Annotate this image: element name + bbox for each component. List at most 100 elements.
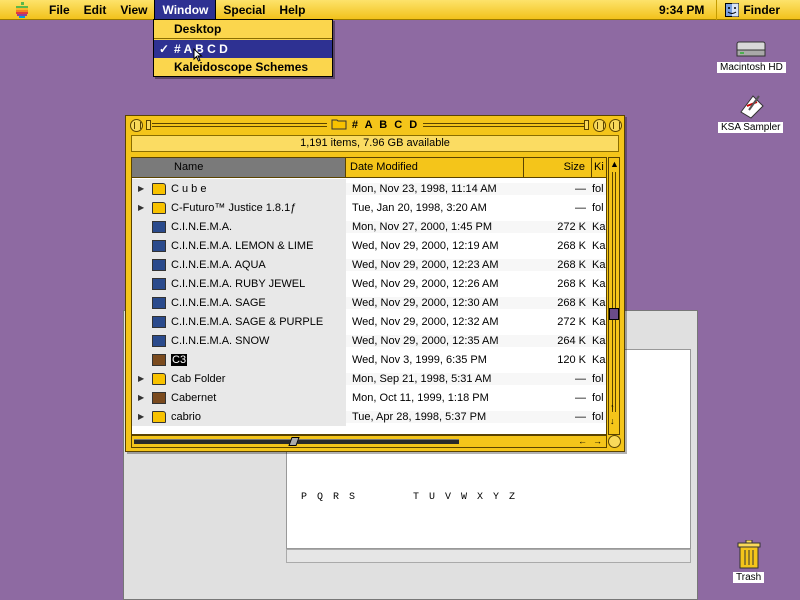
checkmark-icon: ✓ [159, 42, 170, 56]
column-header-date[interactable]: Date Modified [346, 158, 524, 178]
desktop-icon-trash[interactable]: Trash [733, 540, 765, 583]
menu-item-desktop[interactable]: Desktop [154, 20, 332, 38]
scroll-up-arrow-icon[interactable]: ↑ [610, 402, 615, 412]
application-menu[interactable]: Finder [716, 0, 800, 20]
file-list: Name Date Modified Size Ki ▶ C u b e Mon, … [131, 157, 607, 435]
zoom-box-icon[interactable] [593, 119, 606, 132]
cell-kind: Ka [592, 220, 606, 233]
theme-file-icon [152, 239, 166, 252]
file-name: C.I.N.E.M.A. [171, 220, 233, 233]
folder-icon [152, 182, 166, 195]
menu-file[interactable]: File [42, 0, 77, 20]
menu-separator [154, 38, 332, 39]
finder-icon [725, 3, 740, 17]
menu-view[interactable]: View [113, 0, 154, 20]
theme-file-icon [152, 258, 166, 271]
menu-help[interactable]: Help [272, 0, 312, 20]
column-header-name[interactable]: Name [132, 158, 346, 178]
cell-name: C3 [132, 350, 346, 369]
background-window-scrollbar[interactable] [286, 549, 691, 563]
scroll-thumb[interactable] [609, 308, 619, 320]
cell-kind: Ka [592, 296, 606, 309]
disclosure-triangle-icon[interactable]: ▶ [138, 412, 148, 421]
title-bar-grip [331, 120, 336, 130]
cell-date: Wed, Nov 29, 2000, 12:19 AM [352, 239, 499, 252]
column-header-kind[interactable]: Ki [592, 158, 606, 178]
cell-size: 268 K [524, 296, 592, 309]
apple-menu-icon[interactable] [12, 0, 32, 20]
menubar-clock[interactable]: 9:34 PM [659, 3, 716, 17]
table-row[interactable]: ▶ Cabernet Mon, Oct 11, 1999, 1:18 PM — fol [132, 388, 606, 407]
table-row[interactable]: C.I.N.E.M.A. SAGE Wed, Nov 29, 2000, 12:3… [132, 293, 606, 312]
menu-item-kaleidoscope-schemes[interactable]: Kaleidoscope Schemes [154, 58, 332, 76]
file-name: Cabernet [171, 391, 217, 404]
cell-date: Tue, Apr 28, 1998, 5:37 PM [346, 410, 524, 423]
table-row[interactable]: C3 Wed, Nov 3, 1999, 6:35 PM 120 K Ka [132, 350, 606, 369]
mouse-pointer-icon [193, 48, 203, 62]
menu-item-label: Kaleidoscope Schemes [174, 60, 309, 74]
theme-file-icon [152, 315, 166, 328]
menu-special[interactable]: Special [216, 0, 272, 20]
cell-size: 120 K [557, 353, 586, 366]
desktop-icon-label: Macintosh HD [717, 62, 786, 73]
menu-edit[interactable]: Edit [77, 0, 114, 20]
scroll-left-arrow-icon[interactable]: ← [578, 436, 587, 446]
disclosure-triangle-icon[interactable]: ▶ [138, 393, 148, 402]
scroll-track[interactable] [612, 172, 616, 412]
scroll-thumb[interactable] [288, 437, 300, 446]
cell-size: — [524, 410, 592, 423]
desktop-icon-macintosh-hd[interactable]: Macintosh HD [717, 40, 786, 73]
scroll-right-arrow-icon[interactable]: → [593, 436, 602, 446]
finder-window: # A B C D 1,191 items, 7.96 GB available… [125, 115, 625, 452]
sort-order-icon[interactable]: ▲ [610, 159, 619, 169]
file-icon [152, 353, 166, 366]
cell-kind: fol [592, 372, 606, 385]
table-row[interactable]: ▶ Cab Folder Mon, Sep 21, 1998, 5:31 AM — fo… [132, 369, 606, 388]
cell-size: — [575, 391, 586, 404]
file-name: C.I.N.E.M.A. AQUA [171, 258, 266, 271]
vertical-scrollbar[interactable]: ▲ ↑ ↓ [608, 157, 620, 435]
table-row[interactable]: C.I.N.E.M.A. Mon, Nov 27, 2000, 1:45 PM 27… [132, 217, 606, 236]
file-name: C-Futuro™ Justice 1.8.1ƒ [171, 201, 297, 214]
table-row[interactable]: C.I.N.E.M.A. LEMON & LIME Wed, Nov 29, 20… [132, 236, 606, 255]
table-row[interactable]: C.I.N.E.M.A. SAGE & PURPLE Wed, Nov 29, 2… [132, 312, 606, 331]
window-title-bar[interactable]: # A B C D [126, 116, 624, 134]
table-row[interactable]: ▶ cabrio Tue, Apr 28, 1998, 5:37 PM — fol [132, 407, 606, 426]
menu-window[interactable]: Window [154, 0, 217, 20]
cell-name: ▶ Cab Folder [132, 369, 346, 388]
cell-date: Wed, Nov 29, 2000, 12:23 AM [346, 258, 524, 271]
scroll-down-arrow-icon[interactable]: ↓ [610, 416, 615, 426]
folder-icon [152, 201, 166, 214]
table-row[interactable]: C.I.N.E.M.A. SNOW Wed, Nov 29, 2000, 12:3… [132, 331, 606, 350]
collapse-box-icon[interactable] [609, 119, 622, 132]
cell-name: C.I.N.E.M.A. AQUA [132, 255, 346, 274]
cell-date: Wed, Nov 29, 2000, 12:35 AM [346, 334, 524, 347]
cell-name: ▶ cabrio [132, 407, 346, 426]
table-row[interactable]: C.I.N.E.M.A. AQUA Wed, Nov 29, 2000, 12:2… [132, 255, 606, 274]
cell-kind: Ka [592, 258, 606, 271]
file-name: C.I.N.E.M.A. SAGE [171, 296, 266, 309]
disclosure-triangle-icon[interactable]: ▶ [138, 203, 148, 212]
title-bar-grip [584, 120, 589, 130]
resize-handle-icon[interactable] [608, 435, 621, 448]
table-row[interactable]: ▶ C-Futuro™ Justice 1.8.1ƒ Tue, Jan 20, 19… [132, 198, 606, 217]
disclosure-triangle-icon[interactable]: ▶ [138, 374, 148, 383]
character-set-left: P Q R S [301, 492, 358, 503]
table-row[interactable]: ▶ C u b e Mon, Nov 23, 1998, 11:14 AM — fol [132, 179, 606, 198]
application-name: Finder [743, 3, 780, 17]
table-row[interactable]: C.I.N.E.M.A. RUBY JEWEL Wed, Nov 29, 2000… [132, 274, 606, 293]
horizontal-scrollbar[interactable]: ← → [131, 435, 607, 448]
close-box-icon[interactable] [130, 119, 143, 132]
menu-bar: File Edit View Window Special Help 9:34 … [0, 0, 800, 20]
cell-date: Mon, Nov 27, 2000, 1:45 PM [346, 220, 524, 233]
cell-name: C.I.N.E.M.A. SNOW [132, 331, 346, 350]
file-icon [152, 391, 166, 404]
hard-drive-icon [736, 41, 766, 57]
character-set-right: T U V W X Y Z [413, 492, 518, 503]
cell-date: Wed, Nov 29, 2000, 12:32 AM [352, 315, 499, 328]
disclosure-triangle-icon[interactable]: ▶ [138, 184, 148, 193]
file-name: C u b e [171, 182, 207, 195]
menu-item-abcd[interactable]: ✓ # A B C D [154, 40, 332, 58]
desktop-icon-ksa-sampler[interactable]: KSA Sampler [718, 92, 784, 133]
column-header-size[interactable]: Size [524, 158, 592, 178]
